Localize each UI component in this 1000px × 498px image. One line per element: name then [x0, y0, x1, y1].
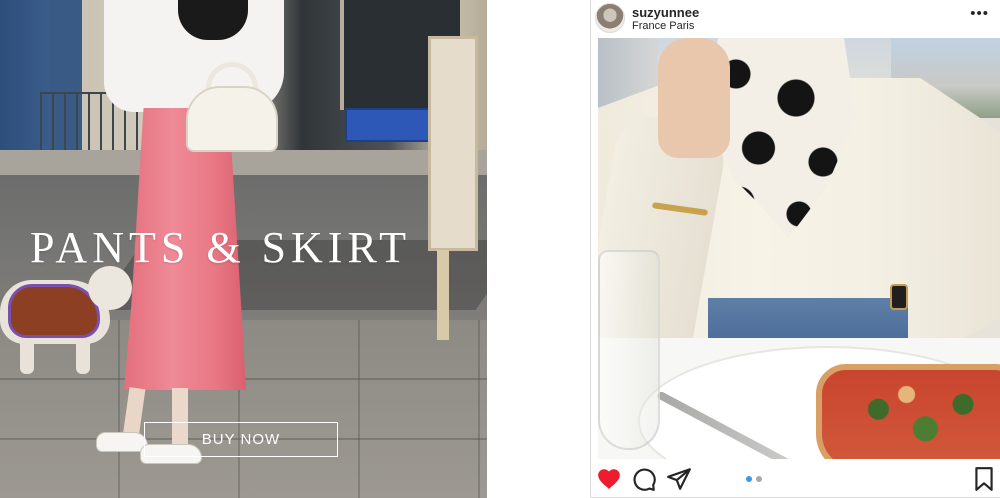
wine-glass: [598, 250, 660, 450]
post-actions: [591, 462, 1000, 498]
blue-barrier: [345, 108, 430, 142]
hand: [658, 38, 730, 158]
promo-banner: PANTS & SKIRT BUY NOW: [0, 0, 487, 498]
post-photo[interactable]: [598, 38, 1000, 459]
pizza: [816, 364, 1000, 459]
handbag: [186, 86, 278, 152]
carousel-dot: [756, 476, 762, 482]
share-icon[interactable]: [666, 466, 692, 492]
bookmark-icon[interactable]: [971, 466, 997, 492]
carousel-indicator: [746, 476, 762, 482]
instagram-post: suzyunnee France Paris •••: [590, 0, 1000, 498]
carousel-dot-active: [746, 476, 752, 482]
heart-icon[interactable]: [596, 466, 622, 492]
signboard: [428, 36, 478, 251]
location[interactable]: France Paris: [632, 20, 694, 32]
avatar[interactable]: [595, 3, 625, 33]
more-icon[interactable]: •••: [970, 5, 989, 22]
comment-icon[interactable]: [631, 466, 657, 492]
username[interactable]: suzyunnee: [632, 5, 699, 20]
buy-now-button[interactable]: BUY NOW: [144, 422, 338, 457]
post-header: suzyunnee France Paris •••: [591, 0, 1000, 38]
watch: [890, 284, 908, 310]
banner-title: PANTS & SKIRT: [30, 223, 412, 272]
dog-figure: [0, 262, 132, 382]
